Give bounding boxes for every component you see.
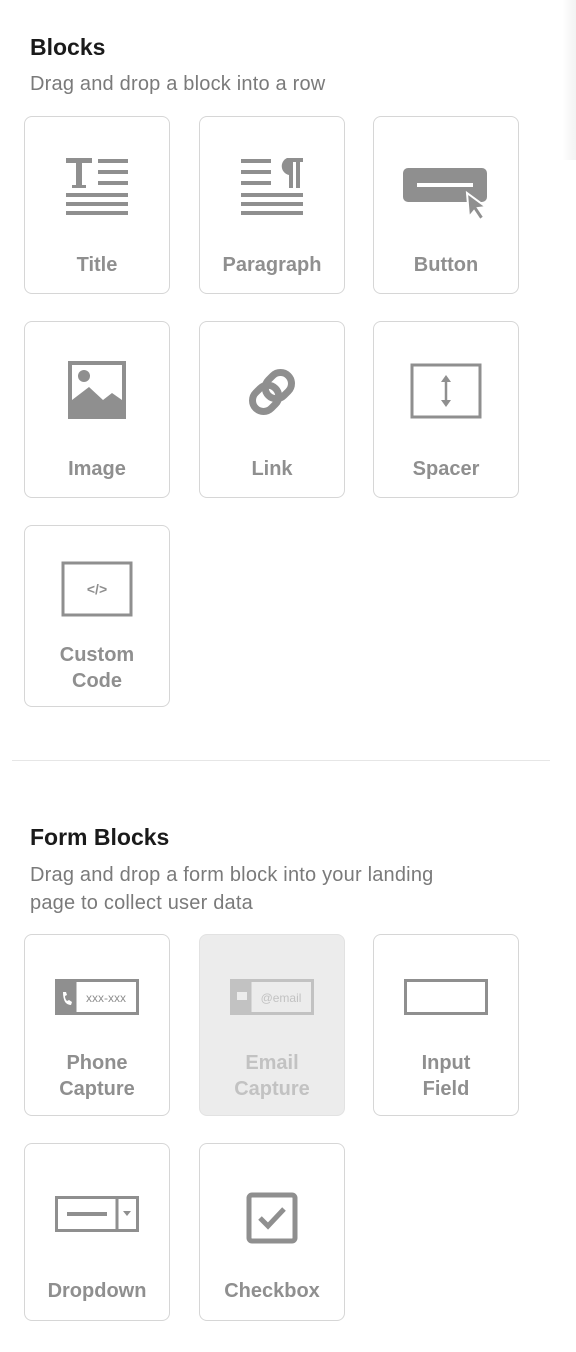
- title-icon: [25, 157, 169, 217]
- block-paragraph[interactable]: Paragraph: [199, 116, 345, 294]
- section-divider: [12, 760, 550, 761]
- label-line: Code: [72, 670, 122, 692]
- block-image[interactable]: Image: [24, 321, 170, 498]
- block-button[interactable]: Button: [373, 116, 519, 294]
- subtitle-line: Drag and drop a form block into your lan…: [30, 864, 434, 886]
- block-paragraph-label: Paragraph: [222, 254, 322, 276]
- label-line: Input: [421, 1052, 471, 1074]
- label-line: Capture: [234, 1078, 310, 1100]
- block-spacer-label: Spacer: [412, 458, 480, 480]
- block-dropdown-label: Dropdown: [47, 1280, 147, 1302]
- link-icon: [200, 364, 344, 420]
- button-icon: [374, 167, 518, 221]
- block-title[interactable]: Title: [24, 116, 170, 294]
- block-image-label: Image: [68, 458, 126, 480]
- phone-capture-icon: xxx-xxx: [25, 979, 169, 1017]
- form-blocks-subtitle: Drag and drop a form block into your lan…: [30, 861, 530, 917]
- block-link-label: Link: [251, 458, 293, 480]
- block-phone-capture-label: Phone Capture: [25, 1050, 169, 1102]
- blocks-subtitle: Drag and drop a block into a row: [30, 73, 326, 95]
- label-line: Capture: [59, 1078, 135, 1100]
- svg-text:</>: </>: [87, 581, 107, 597]
- block-custom-code-label: Custom Code: [25, 642, 169, 694]
- block-title-label: Title: [76, 254, 118, 276]
- block-input-field-label: Input Field: [374, 1050, 518, 1102]
- label-line: Phone: [66, 1052, 128, 1074]
- image-icon: [25, 360, 169, 420]
- block-button-label: Button: [413, 254, 479, 276]
- block-custom-code[interactable]: </> Custom Code: [24, 525, 170, 707]
- block-input-field[interactable]: Input Field: [373, 934, 519, 1116]
- block-phone-capture[interactable]: xxx-xxx Phone Capture: [24, 934, 170, 1116]
- paragraph-icon: [200, 157, 344, 217]
- blocks-heading: Blocks: [30, 34, 106, 60]
- block-dropdown[interactable]: Dropdown: [24, 1143, 170, 1321]
- label-line: Field: [422, 1078, 470, 1100]
- email-capture-placeholder: @email: [261, 991, 302, 1005]
- spacer-icon: [374, 363, 518, 419]
- label-line: Email: [245, 1052, 299, 1074]
- block-checkbox-label: Checkbox: [224, 1280, 320, 1302]
- code-icon: </>: [25, 561, 169, 617]
- block-link[interactable]: Link: [199, 321, 345, 498]
- subtitle-line: page to collect user data: [30, 892, 253, 914]
- form-blocks-heading: Form Blocks: [30, 824, 170, 850]
- phone-capture-placeholder: xxx-xxx: [86, 991, 126, 1005]
- dropdown-icon: [25, 1196, 169, 1234]
- label-line: Custom: [59, 644, 135, 666]
- block-spacer[interactable]: Spacer: [373, 321, 519, 498]
- email-capture-icon: @email: [200, 979, 344, 1017]
- block-email-capture: @email Email Capture: [199, 934, 345, 1116]
- panel-edge-shadow: [562, 0, 576, 160]
- block-email-capture-label: Email Capture: [200, 1050, 344, 1102]
- checkbox-icon: [200, 1192, 344, 1244]
- input-field-icon: [374, 979, 518, 1017]
- block-checkbox[interactable]: Checkbox: [199, 1143, 345, 1321]
